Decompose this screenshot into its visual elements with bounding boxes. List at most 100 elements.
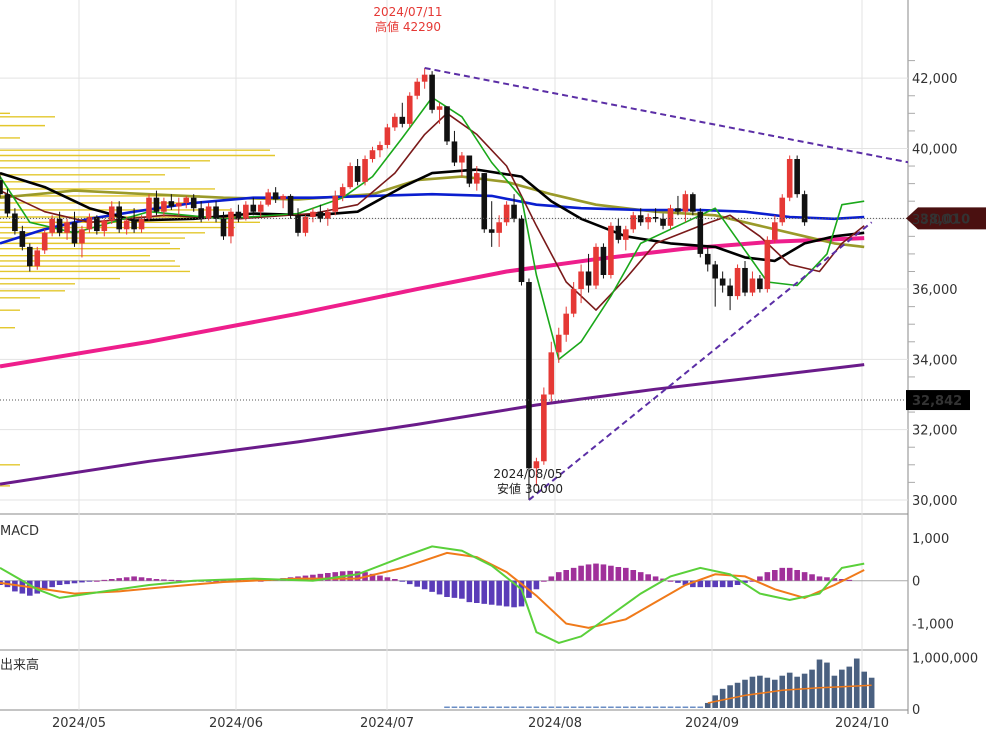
candle-body-52 bbox=[384, 127, 391, 145]
candle-body-49 bbox=[362, 159, 368, 182]
volume-bar-7 bbox=[757, 675, 763, 708]
macd-histogram-bar-73 bbox=[541, 580, 547, 582]
macd-histogram-bar-6 bbox=[41, 580, 48, 590]
macd-histogram-bar-67 bbox=[496, 580, 502, 606]
macd-histogram-bar-23 bbox=[168, 579, 175, 581]
macd-histogram-bar-82 bbox=[608, 565, 614, 581]
macd-histogram-bar-76 bbox=[563, 570, 569, 581]
macd-histogram-bar-83 bbox=[615, 567, 622, 581]
macd-histogram-bar-65 bbox=[481, 580, 488, 604]
ma-line-black bbox=[0, 168, 865, 263]
candle-body-9 bbox=[64, 222, 70, 233]
volume-bar-low-74 bbox=[548, 706, 555, 708]
macd-histogram-bar-55 bbox=[406, 580, 413, 585]
macd-histogram-bar-86 bbox=[637, 572, 644, 581]
volume-bar-low-61 bbox=[451, 706, 458, 708]
candle-body-29 bbox=[213, 206, 219, 219]
price-tick-label-2: 38,000 bbox=[912, 213, 958, 228]
candle-body-43 bbox=[317, 211, 324, 219]
macd-histogram-bar-74 bbox=[548, 576, 555, 581]
candle-body-75 bbox=[555, 334, 562, 353]
macd-histogram-bar-16 bbox=[116, 578, 122, 581]
volume-bar-6 bbox=[749, 676, 756, 708]
macd-histogram-bar-52 bbox=[384, 577, 391, 581]
macd-histogram-bar-90 bbox=[667, 580, 674, 582]
candle-body-38 bbox=[280, 195, 286, 200]
candle-body-47 bbox=[347, 166, 353, 188]
date-tick-label-3: 2024/08 bbox=[528, 716, 582, 731]
macd-histogram-bar-54 bbox=[399, 580, 406, 582]
volume-bar-4 bbox=[734, 682, 741, 708]
volume-panel: 出来高 1,000,000 0 bbox=[0, 652, 978, 718]
candle-body-91 bbox=[675, 208, 681, 212]
ma-line-pink bbox=[0, 236, 865, 369]
candle-body-55 bbox=[406, 95, 413, 124]
volume-bar-17 bbox=[831, 675, 838, 708]
candle-body-61 bbox=[451, 141, 458, 163]
macd-histogram-bar-109 bbox=[809, 574, 815, 581]
macd-histogram-bar-60 bbox=[444, 580, 450, 597]
candle-body-84 bbox=[623, 229, 629, 240]
macd-histogram-bar-87 bbox=[645, 574, 651, 581]
candle-body-89 bbox=[660, 218, 666, 226]
candle-body-74 bbox=[548, 352, 555, 395]
candle-body-87 bbox=[645, 217, 651, 223]
volume-bar-20 bbox=[853, 658, 860, 708]
candle-body-77 bbox=[570, 289, 577, 314]
price-tick-label-4: 34,000 bbox=[912, 353, 958, 368]
grid bbox=[0, 0, 915, 710]
macd-histogram-bar-63 bbox=[466, 580, 473, 603]
volume-bar-13 bbox=[801, 673, 808, 708]
candle-body-8 bbox=[56, 218, 63, 233]
candle-body-50 bbox=[369, 150, 376, 160]
low-annotation-date: 2024/08/05 bbox=[493, 467, 562, 481]
volume-bar-low-60 bbox=[444, 706, 450, 708]
candle-body-28 bbox=[205, 206, 212, 219]
candle-body-31 bbox=[228, 211, 234, 237]
candle-body-26 bbox=[190, 197, 197, 209]
ma-line-green bbox=[0, 96, 865, 361]
candle-body-65 bbox=[481, 173, 488, 230]
candle-body-37 bbox=[272, 192, 279, 200]
candle-body-25 bbox=[183, 197, 190, 203]
macd-histogram-bar-68 bbox=[503, 580, 510, 607]
candle-body-93 bbox=[690, 194, 696, 212]
macd-histogram-bar-62 bbox=[459, 580, 465, 599]
trendlines bbox=[424, 67, 908, 501]
candle-body-24 bbox=[176, 202, 182, 207]
macd-histogram-bar-78 bbox=[578, 565, 584, 581]
volume-bar-low-68 bbox=[503, 706, 510, 708]
candle-body-58 bbox=[429, 74, 435, 110]
date-tick-label-4: 2024/09 bbox=[685, 716, 739, 731]
macd-histogram-bar-96 bbox=[712, 580, 718, 588]
date-tick-label-1: 2024/06 bbox=[209, 716, 263, 731]
date-tick-label-5: 2024/10 bbox=[835, 716, 889, 731]
macd-histogram-bar-106 bbox=[786, 567, 793, 581]
volume-bar-low-63 bbox=[466, 706, 473, 708]
date-tick-label-0: 2024/05 bbox=[52, 716, 106, 731]
reference-lines bbox=[0, 217, 908, 401]
trendline-1 bbox=[528, 221, 873, 501]
volume-bar-low-83 bbox=[615, 706, 622, 708]
price-axis: 42,000 40,000 38,000 36,000 34,000 32,000 30,0… bbox=[912, 72, 958, 509]
candle-body-60 bbox=[444, 106, 450, 142]
candle-body-63 bbox=[466, 155, 473, 184]
reference-price-label: 32,842 bbox=[912, 394, 962, 409]
candle-body-27 bbox=[198, 208, 204, 219]
macd-histogram-bar-15 bbox=[108, 579, 115, 581]
macd-histogram-bar-7 bbox=[49, 580, 55, 588]
panel-frames bbox=[0, 0, 909, 714]
candle-body-98 bbox=[727, 285, 733, 297]
candle-body-53 bbox=[392, 116, 398, 128]
macd-histogram-bar-110 bbox=[816, 576, 823, 581]
volume-bar-low-72 bbox=[533, 706, 540, 708]
price-tick-label-3: 36,000 bbox=[912, 283, 958, 298]
candle-body-76 bbox=[563, 313, 569, 335]
candle-body-22 bbox=[161, 201, 167, 212]
macd-title: MACD bbox=[0, 524, 39, 539]
candle-body-2 bbox=[12, 213, 18, 232]
volume-bar-low-93 bbox=[690, 706, 696, 708]
date-axis: 2024/05 2024/06 2024/07 2024/08 2024/09 2024/… bbox=[52, 716, 889, 731]
volume-bar-low-92 bbox=[682, 706, 689, 708]
price-tick-label-5: 32,000 bbox=[912, 424, 958, 439]
